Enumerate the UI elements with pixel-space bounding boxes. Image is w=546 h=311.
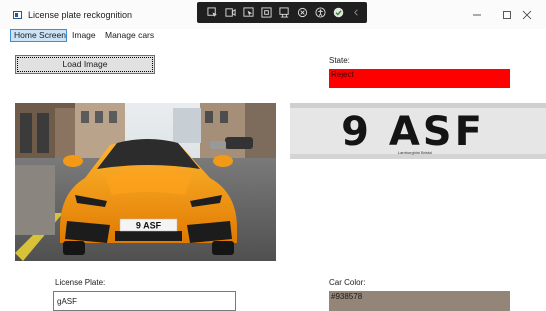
window-title: License plate reckognition [28,10,133,20]
close-button[interactable] [508,4,546,26]
car-color-value: #938578 [329,291,510,311]
accessibility-icon[interactable] [311,2,329,23]
collapse-icon[interactable] [347,2,365,23]
license-plate-field[interactable] [53,291,236,311]
menu-home-screen[interactable]: Home Screen [10,29,67,42]
car-plate-text: 9 ASF [136,221,162,231]
menu-manage-cars[interactable]: Manage cars [102,29,157,42]
plate-dealer-text: Lamborghini Bristol [398,150,432,155]
state-value: Reject [329,69,510,88]
binding-failures-icon[interactable] [275,2,293,23]
minimize-icon [473,14,481,16]
check-icon[interactable] [329,2,347,23]
close-icon [522,10,532,20]
hot-reload-icon[interactable] [293,2,311,23]
live-visual-tree-icon[interactable] [221,2,239,23]
menu-image[interactable]: Image [69,29,99,42]
car-color-label: Car Color: [329,278,366,287]
load-image-button[interactable]: Load Image [15,55,155,74]
state-label: State: [329,56,350,65]
license-plate-label: License Plate: [55,278,106,287]
track-focus-icon[interactable] [257,2,275,23]
plate-crop-image: 9 ASF Lamborghini Bristol [290,103,546,159]
display-layout-icon[interactable] [239,2,257,23]
plate-crop-text: 9 ASF [341,109,485,155]
select-element-icon[interactable] [203,2,221,23]
car-image: 9 ASF [15,103,276,261]
app-icon [13,11,22,19]
debug-toolbar [197,2,367,23]
